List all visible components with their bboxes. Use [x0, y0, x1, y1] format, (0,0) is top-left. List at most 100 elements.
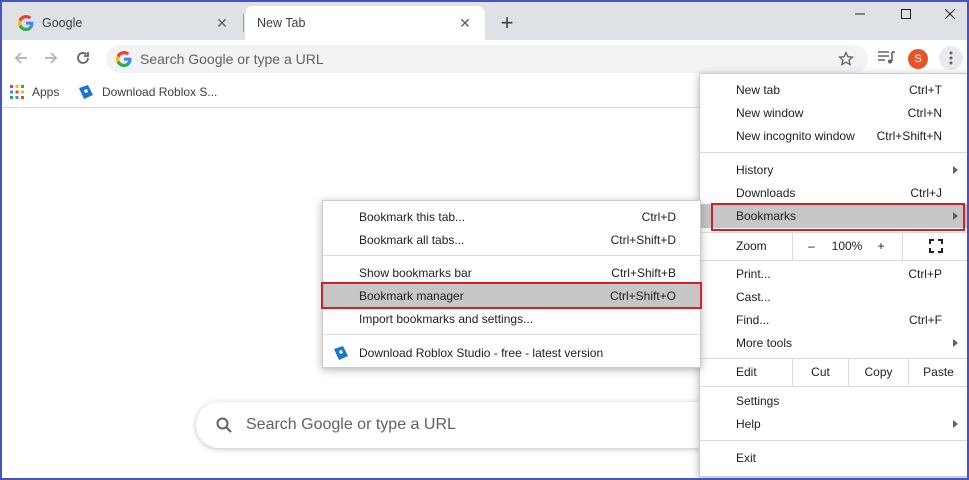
menu-separator — [700, 260, 967, 261]
menu-item-find[interactable]: Find... Ctrl+F — [700, 308, 967, 331]
menu-separator — [700, 152, 967, 153]
cut-button[interactable]: Cut — [792, 358, 848, 386]
menu-item-import-bookmarks[interactable]: Import bookmarks and settings... — [323, 307, 700, 330]
bookmarks-submenu: Bookmark this tab... Ctrl+D Bookmark all… — [321, 200, 702, 368]
menu-item-label: New tab — [736, 82, 781, 97]
menu-item-shortcut: Ctrl+P — [908, 266, 942, 281]
address-input[interactable] — [140, 51, 868, 67]
menu-item-bookmark-all-tabs[interactable]: Bookmark all tabs... Ctrl+Shift+D — [323, 228, 700, 251]
menu-item-label: Cast... — [736, 289, 771, 304]
menu-item-label: Print... — [736, 266, 771, 281]
menu-item-label: History — [736, 162, 774, 177]
tab-title: Google — [42, 16, 83, 30]
star-icon[interactable] — [836, 49, 856, 69]
menu-item-bookmarks[interactable]: Bookmarks — [700, 204, 967, 228]
menu-item-label: Bookmark manager — [359, 288, 464, 303]
menu-item-label: Bookmarks — [736, 209, 797, 223]
zoom-label: Zoom — [736, 239, 767, 253]
submenu-arrow-icon — [953, 419, 958, 428]
menu-item-shortcut: Ctrl+Shift+D — [610, 232, 676, 247]
submenu-arrow-icon — [953, 165, 958, 174]
menu-item-label: Download Roblox Studio - free - latest v… — [359, 345, 604, 360]
menu-separator — [323, 334, 700, 335]
menu-item-history[interactable]: History — [700, 158, 967, 181]
roblox-studio-icon — [334, 345, 348, 360]
menu-item-label: Help — [736, 416, 761, 431]
search-icon — [216, 417, 232, 433]
tab-strip: Google ✕ New Tab ✕ + — [2, 2, 967, 40]
bookmark-label: Download Roblox S... — [102, 85, 218, 99]
edit-label: Edit — [736, 365, 757, 379]
google-icon — [18, 15, 34, 31]
menu-item-shortcut: Ctrl+Shift+N — [876, 128, 942, 143]
menu-item-new-incognito[interactable]: New incognito window Ctrl+Shift+N — [700, 124, 967, 147]
kebab-menu-icon[interactable] — [939, 46, 963, 70]
menu-item-shortcut: Ctrl+Shift+B — [611, 265, 676, 280]
zoom-row: Zoom – 100% + — [700, 232, 967, 260]
new-tab-button[interactable]: + — [495, 11, 519, 35]
address-bar[interactable] — [106, 45, 868, 73]
roblox-studio-icon — [79, 85, 93, 99]
reload-icon[interactable] — [70, 45, 96, 71]
menu-item-downloads[interactable]: Downloads Ctrl+J — [700, 181, 967, 204]
submenu-arrow-icon — [953, 212, 958, 220]
menu-item-help[interactable]: Help — [700, 412, 967, 435]
menu-item-label: Show bookmarks bar — [359, 265, 472, 280]
close-icon[interactable]: ✕ — [457, 15, 473, 31]
close-icon[interactable]: ✕ — [214, 15, 230, 31]
menu-item-label: Find... — [736, 312, 770, 327]
menu-separator — [700, 386, 967, 387]
menu-item-cast[interactable]: Cast... — [700, 285, 967, 308]
paste-button[interactable]: Paste — [908, 358, 967, 386]
menu-item-more-tools[interactable]: More tools — [700, 331, 967, 354]
menu-separator — [323, 255, 700, 256]
chrome-main-menu: New tab Ctrl+T New window Ctrl+N New inc… — [699, 73, 967, 477]
menu-separator — [700, 440, 967, 441]
menu-item-settings[interactable]: Settings — [700, 389, 967, 412]
zoom-in-button[interactable]: + — [864, 232, 898, 260]
tab-new-tab[interactable]: New Tab ✕ — [245, 6, 485, 40]
tab-divider — [243, 14, 244, 32]
menu-item-new-tab[interactable]: New tab Ctrl+T — [700, 78, 967, 101]
menu-item-label: Bookmark all tabs... — [359, 232, 465, 247]
zoom-out-button[interactable]: – — [792, 232, 830, 260]
menu-item-shortcut: Ctrl+T — [909, 82, 942, 97]
minimize-icon[interactable] — [842, 4, 878, 24]
menu-item-label: Settings — [736, 393, 780, 408]
menu-item-label: New window — [736, 105, 804, 120]
menu-item-label: New incognito window — [736, 128, 855, 143]
copy-button[interactable]: Copy — [848, 358, 908, 386]
media-control-icon[interactable] — [876, 48, 898, 68]
edit-row: Edit Cut Copy Paste — [700, 358, 967, 386]
menu-item-shortcut: Ctrl+D — [641, 209, 676, 224]
menu-item-bookmark-this-tab[interactable]: Bookmark this tab... Ctrl+D — [323, 205, 700, 228]
toolbar: S — [2, 40, 967, 76]
menu-item-exit[interactable]: Exit — [700, 446, 967, 469]
bookmark-roblox[interactable]: Download Roblox S... — [78, 82, 217, 102]
menu-item-show-bookmarks-bar[interactable]: Show bookmarks bar Ctrl+Shift+B — [323, 261, 700, 284]
avatar[interactable]: S — [908, 49, 928, 69]
menu-item-new-window[interactable]: New window Ctrl+N — [700, 101, 967, 124]
tab-google[interactable]: Google ✕ — [6, 6, 242, 40]
bookmark-apps[interactable]: Apps — [10, 82, 59, 102]
menu-item-shortcut: Ctrl+N — [907, 105, 942, 120]
google-icon — [116, 51, 132, 67]
ntp-search-input[interactable] — [246, 416, 756, 434]
window-close-icon[interactable] — [932, 4, 967, 24]
menu-item-bookmark-manager[interactable]: Bookmark manager Ctrl+Shift+O — [323, 284, 700, 307]
tab-title: New Tab — [257, 16, 306, 30]
menu-item-shortcut: Ctrl+F — [909, 312, 942, 327]
apps-grid-icon — [10, 85, 24, 99]
menu-item-shortcut: Ctrl+Shift+O — [609, 288, 676, 303]
back-icon[interactable] — [8, 45, 34, 71]
menu-item-print[interactable]: Print... Ctrl+P — [700, 262, 967, 285]
forward-icon[interactable] — [38, 45, 64, 71]
menu-item-label: Exit — [736, 450, 757, 465]
menu-item-roblox-bookmark[interactable]: Download Roblox Studio - free - latest v… — [323, 341, 700, 364]
maximize-icon[interactable] — [888, 4, 924, 24]
browser-window: Google ✕ New Tab ✕ + Search Google or ty… — [0, 0, 969, 480]
menu-item-label: Import bookmarks and settings... — [359, 311, 534, 326]
ntp-search-box[interactable] — [196, 402, 756, 448]
fullscreen-icon[interactable] — [902, 232, 967, 260]
menu-item-shortcut: Ctrl+J — [910, 185, 942, 200]
